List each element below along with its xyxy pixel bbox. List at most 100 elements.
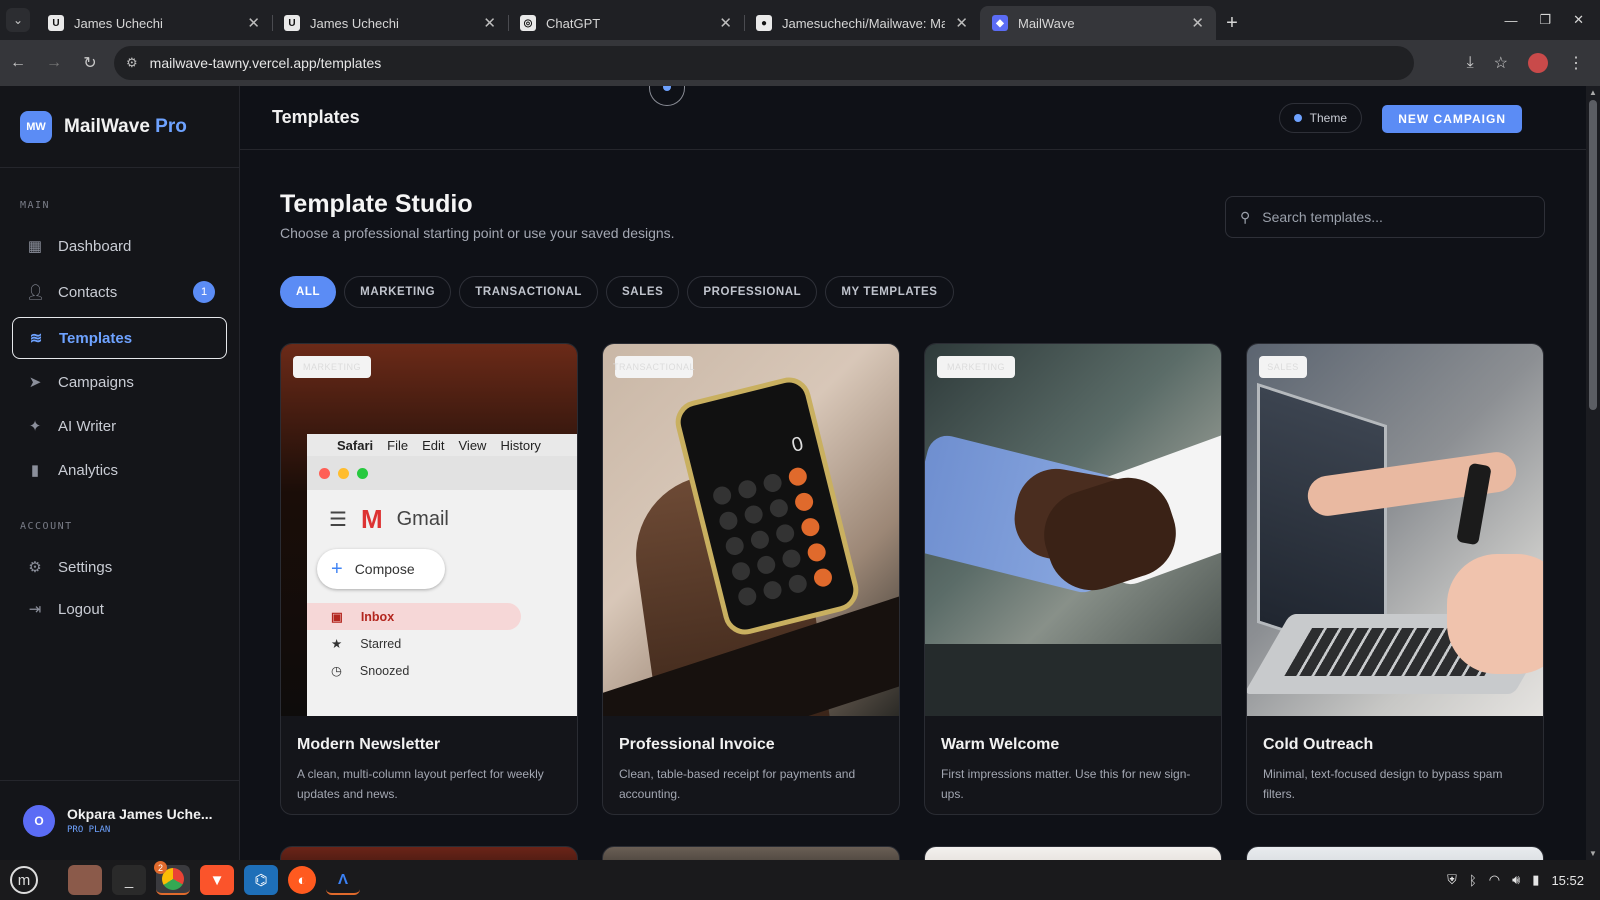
page-scrollbar[interactable]: ▲ ▼ [1586, 86, 1600, 860]
template-card[interactable] [924, 846, 1222, 860]
next-row-cards [280, 846, 1544, 860]
tab-favicon: U [48, 15, 64, 31]
hamburger-icon: ☰ [329, 509, 347, 531]
template-card[interactable] [602, 846, 900, 860]
scroll-up-icon[interactable]: ▲ [1589, 88, 1597, 97]
scrollbar-thumb[interactable] [1589, 100, 1597, 410]
template-card[interactable]: SALES Cold Outreach Minimal, text-focuse… [1246, 343, 1544, 815]
site-info-icon[interactable]: ⚙ [126, 55, 138, 71]
user-name: Okpara James Uche... [67, 806, 213, 822]
bookmark-star-icon[interactable]: ☆ [1494, 53, 1508, 73]
filter-all[interactable]: ALL [280, 276, 337, 308]
sidebar-item-campaigns[interactable]: ➤ Campaigns [12, 361, 227, 403]
window-traffic-lights [307, 456, 577, 490]
volume-icon[interactable]: 🔊︎ [1512, 872, 1520, 888]
postman-icon[interactable]: ◐ [288, 866, 316, 894]
close-icon[interactable]: ✕ [719, 14, 732, 32]
sidebar-item-label: Settings [58, 558, 113, 576]
template-card[interactable] [280, 846, 578, 860]
sidebar-item-templates[interactable]: ≋ Templates [12, 317, 227, 359]
filter-professional[interactable]: PROFESSIONAL [687, 276, 818, 308]
browser-tab[interactable]: ◎ ChatGPT ✕ [508, 6, 744, 40]
shield-icon[interactable]: ⛨ [1447, 872, 1457, 888]
sidebar-item-ai-writer[interactable]: ✦ AI Writer [12, 405, 227, 447]
close-icon[interactable]: ✕ [247, 14, 260, 32]
template-description: Minimal, text-focused design to bypass s… [1263, 767, 1503, 801]
brand[interactable]: MW MailWave Pro [0, 86, 239, 168]
tab-title: Jamesuchechi/Mailwave: Ma [782, 15, 946, 31]
template-grid: Safari File Edit View History ☰ M Gmail … [280, 343, 1544, 815]
template-description: Clean, table-based receipt for payments … [619, 767, 856, 801]
top-bar: Templates Theme NEW CAMPAIGN [240, 86, 1586, 150]
chrome-icon[interactable]: 2 [154, 861, 190, 895]
forward-icon[interactable]: → [36, 54, 72, 72]
plus-icon: + [331, 557, 343, 580]
sidebar-item-logout[interactable]: ⇥ Logout [12, 588, 227, 630]
mint-menu-icon[interactable]: m [10, 866, 38, 894]
filter-marketing[interactable]: MARKETING [344, 276, 452, 308]
studio-heading: Template Studio Choose a professional st… [280, 190, 675, 241]
url-field[interactable]: ⚙ mailwave-tawny.vercel.app/templates [114, 46, 1414, 80]
filter-my-templates[interactable]: MY TEMPLATES [825, 276, 954, 308]
tab-title: ChatGPT [546, 15, 601, 31]
filter-transactional[interactable]: TRANSACTIONAL [459, 276, 599, 308]
close-icon[interactable]: ✕ [483, 14, 496, 32]
install-icon[interactable]: ⤓ [1467, 54, 1474, 72]
tab-favicon: ◆ [992, 15, 1008, 31]
brand-suffix: Pro [155, 115, 187, 137]
close-icon[interactable]: ✕ [955, 14, 968, 32]
maximize-icon[interactable]: ❐ [1539, 12, 1551, 28]
browser-tab[interactable]: U James Uchechi ✕ [36, 6, 272, 40]
scroll-down-icon[interactable]: ▼ [1589, 849, 1597, 858]
brave-icon[interactable]: ▼ [200, 865, 234, 895]
search-input[interactable] [1262, 209, 1513, 225]
battery-icon[interactable]: ▮ [1532, 872, 1539, 888]
gmail-screenshot: Safari File Edit View History ☰ M Gmail … [307, 434, 577, 716]
new-campaign-button[interactable]: NEW CAMPAIGN [1382, 105, 1522, 133]
file-manager-icon[interactable] [68, 865, 102, 895]
antigravity-icon[interactable]: Λ [326, 865, 360, 895]
theme-dot-icon [1293, 114, 1302, 122]
vscode-icon[interactable]: ⌬ [244, 865, 278, 895]
close-icon[interactable]: ✕ [1191, 14, 1204, 32]
new-tab-button[interactable]: + [1216, 6, 1248, 40]
category-tag: MARKETING [937, 356, 1015, 378]
profile-avatar[interactable] [1528, 53, 1548, 73]
user-plan: PRO PLAN [67, 825, 111, 835]
sidebar-item-label: Analytics [58, 461, 119, 479]
clock-time[interactable]: 15:52 [1551, 873, 1584, 888]
browser-tab[interactable]: ● Jamesuchechi/Mailwave: Ma ✕ [744, 6, 980, 40]
template-title: Warm Welcome [941, 736, 1060, 753]
close-window-icon[interactable]: ✕ [1573, 12, 1584, 28]
template-card[interactable] [1246, 846, 1544, 860]
more-menu-icon[interactable]: ⋮ [1568, 53, 1584, 73]
wifi-icon[interactable]: ◠ [1489, 872, 1500, 888]
template-thumbnail: Safari File Edit View History ☰ M Gmail … [281, 344, 577, 716]
reload-icon[interactable]: ↻ [72, 53, 108, 73]
sidebar-item-settings[interactable]: ⚙ Settings [12, 546, 227, 588]
mac-menu-bar: Safari File Edit View History [307, 434, 577, 456]
tab-favicon: ● [756, 15, 772, 31]
filter-sales[interactable]: SALES [606, 276, 680, 308]
minimize-icon[interactable]: — [1504, 13, 1517, 28]
sidebar-item-dashboard[interactable]: ▦ Dashboard [12, 225, 227, 267]
sidebar-item-analytics[interactable]: ▮ Analytics [12, 449, 227, 491]
browser-tab[interactable]: U James Uchechi ✕ [272, 6, 508, 40]
menu-item: View [458, 437, 487, 453]
drag-indicator[interactable] [649, 86, 685, 106]
url-text: mailwave-tawny.vercel.app/templates [149, 55, 382, 71]
search-box[interactable]: ⚲ [1225, 196, 1545, 238]
gmail-logo-icon: M [360, 504, 383, 534]
browser-tab-active[interactable]: ◆ MailWave ✕ [980, 6, 1216, 40]
tab-search-button[interactable]: ⌄ [0, 0, 36, 40]
back-icon[interactable]: ← [0, 54, 36, 72]
theme-toggle[interactable]: Theme [1278, 103, 1362, 133]
sidebar-item-contacts[interactable]: 👤︎ Contacts 1 [12, 271, 227, 313]
template-card[interactable]: 0 TRANSACTIONAL Professional Invoice Cle… [602, 343, 900, 815]
terminal-icon[interactable]: _ [112, 865, 146, 895]
template-card[interactable]: Safari File Edit View History ☰ M Gmail … [280, 343, 578, 815]
template-card[interactable]: MARKETING Warm Welcome First impressions… [924, 343, 1222, 815]
chevron-down-icon: ⌄ [6, 8, 30, 32]
user-profile[interactable]: O Okpara James Uche... PRO PLAN [0, 780, 239, 860]
bluetooth-icon[interactable]: ᛒ [1469, 873, 1477, 888]
